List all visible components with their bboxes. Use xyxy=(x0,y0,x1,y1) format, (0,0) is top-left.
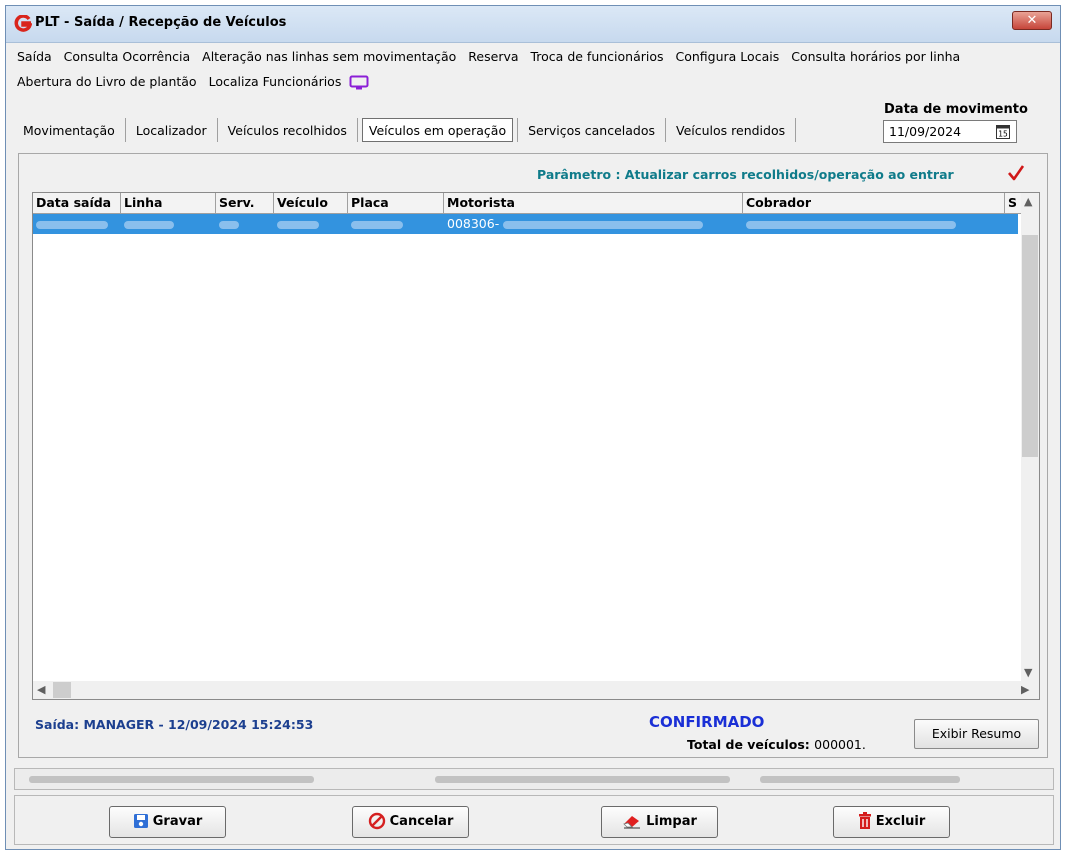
vehicles-grid[interactable]: Data saída Linha Serv. Veículo Placa Mot… xyxy=(32,192,1040,700)
menu-troca-funcionarios[interactable]: Troca de funcionários xyxy=(531,49,664,64)
window-title: PLT - Saída / Recepção de Veículos xyxy=(35,15,287,30)
svg-text:15: 15 xyxy=(998,130,1008,139)
total-label-text: Total de veículos: xyxy=(687,737,810,752)
exit-info: Saída: MANAGER - 12/09/2024 15:24:53 xyxy=(35,717,314,732)
col-motorista[interactable]: Motorista xyxy=(444,193,743,213)
status-bar-redacted-1 xyxy=(29,776,314,783)
action-bar: Gravar Cancelar Limpar Excluir xyxy=(14,795,1054,845)
clear-button[interactable]: Limpar xyxy=(601,806,718,838)
vertical-scroll-thumb[interactable] xyxy=(1022,235,1038,457)
total-value: 000001. xyxy=(814,737,866,752)
cell-cobrador xyxy=(743,214,1005,234)
cell-placa xyxy=(348,214,444,234)
total-vehicles: Total de veículos: 000001. xyxy=(687,737,866,752)
menu-reserva[interactable]: Reserva xyxy=(468,49,518,64)
menu-bar-row2: Abertura do Livro de plantão Localiza Fu… xyxy=(17,74,369,94)
date-label: Data de movimento xyxy=(884,102,1028,117)
col-placa[interactable]: Placa xyxy=(348,193,444,213)
tab-divider xyxy=(795,118,797,142)
vertical-scrollbar[interactable]: ▲ ▼ xyxy=(1021,193,1039,682)
main-panel: Parâmetro : Atualizar carros recolhidos/… xyxy=(18,153,1048,758)
menu-bar-row1: Saída Consulta Ocorrência Alteração nas … xyxy=(17,49,968,69)
status-label: CONFIRMADO xyxy=(649,713,765,731)
cell-linha xyxy=(121,214,216,234)
trash-icon xyxy=(858,812,871,829)
summary-button[interactable]: Exibir Resumo xyxy=(914,719,1039,749)
tab-divider xyxy=(216,118,218,142)
save-button[interactable]: Gravar xyxy=(109,806,226,838)
clear-button-label: Limpar xyxy=(646,814,697,829)
cell-serv xyxy=(216,214,274,234)
status-bar-redacted-3 xyxy=(760,776,960,783)
cell-motorista-text: 008306- xyxy=(447,216,500,231)
col-linha[interactable]: Linha xyxy=(121,193,216,213)
status-bar xyxy=(14,768,1054,790)
tab-strip: Movimentação Localizador Veículos recolhid… xyxy=(17,118,800,146)
scroll-right-arrow-icon[interactable]: ▶ xyxy=(1021,683,1029,696)
scroll-left-arrow-icon[interactable]: ◀ xyxy=(37,683,45,696)
horizontal-scroll-thumb[interactable] xyxy=(53,682,71,698)
col-serv[interactable]: Serv. xyxy=(216,193,274,213)
save-button-label: Gravar xyxy=(152,814,203,829)
monitor-icon[interactable] xyxy=(349,75,369,91)
menu-localiza-funcionarios[interactable]: Localiza Funcionários xyxy=(209,74,342,89)
cancel-button-label: Cancelar xyxy=(389,814,454,829)
cell-data-saida xyxy=(33,214,121,234)
tab-divider xyxy=(665,118,666,142)
app-window: PLT - Saída / Recepção de Veículos ✕ Saí… xyxy=(5,5,1061,850)
date-field[interactable]: 11/09/2024 15 xyxy=(883,120,1017,143)
tab-divider xyxy=(356,118,358,142)
scroll-down-arrow-icon[interactable]: ▼ xyxy=(1024,666,1032,679)
menu-consulta-ocorrencia[interactable]: Consulta Ocorrência xyxy=(64,49,191,64)
calendar-icon[interactable]: 15 xyxy=(996,124,1010,139)
cell-veiculo xyxy=(274,214,348,234)
menu-alteracao-linhas[interactable]: Alteração nas linhas sem movimentação xyxy=(202,49,456,64)
cancel-button[interactable]: Cancelar xyxy=(352,806,469,838)
col-cobrador[interactable]: Cobrador xyxy=(743,193,1005,213)
app-logo-icon xyxy=(14,15,32,32)
delete-button[interactable]: Excluir xyxy=(833,806,950,838)
tab-divider xyxy=(124,118,126,142)
check-icon[interactable] xyxy=(1007,164,1025,182)
save-icon xyxy=(133,813,148,828)
tab-veiculos-recolhidos[interactable]: Veículos recolhidos xyxy=(222,119,353,143)
tab-veiculos-rendidos[interactable]: Veículos rendidos xyxy=(670,119,791,143)
col-veiculo[interactable]: Veículo xyxy=(274,193,348,213)
tab-divider xyxy=(517,118,519,142)
status-bar-redacted-2 xyxy=(435,776,730,783)
parameter-text: Parâmetro : Atualizar carros recolhidos/… xyxy=(537,167,954,182)
menu-configura-locais[interactable]: Configura Locais xyxy=(676,49,780,64)
eraser-icon xyxy=(623,815,641,828)
col-data-saida[interactable]: Data saída xyxy=(33,193,121,213)
grid-header: Data saída Linha Serv. Veículo Placa Mot… xyxy=(33,193,1023,214)
menu-abertura-livro[interactable]: Abertura do Livro de plantão xyxy=(17,74,197,89)
horizontal-scrollbar[interactable]: ◀ ▶ xyxy=(33,681,1039,699)
close-button[interactable]: ✕ xyxy=(1012,11,1052,30)
title-bar: PLT - Saída / Recepção de Veículos ✕ xyxy=(6,6,1060,43)
scroll-up-arrow-icon[interactable]: ▲ xyxy=(1024,195,1032,208)
menu-consulta-horarios[interactable]: Consulta horários por linha xyxy=(791,49,960,64)
tab-localizador[interactable]: Localizador xyxy=(130,119,213,143)
table-row[interactable]: 008306- xyxy=(33,214,1018,234)
cell-motorista: 008306- xyxy=(444,214,743,234)
tab-servicos-cancelados[interactable]: Serviços cancelados xyxy=(522,119,661,143)
cancel-icon xyxy=(368,812,385,829)
delete-button-label: Excluir xyxy=(875,814,926,829)
tab-veiculos-em-operacao[interactable]: Veículos em operação xyxy=(361,118,514,142)
menu-saida[interactable]: Saída xyxy=(17,49,52,64)
date-value[interactable]: 11/09/2024 xyxy=(889,124,961,139)
tab-movimentacao[interactable]: Movimentação xyxy=(17,119,121,143)
